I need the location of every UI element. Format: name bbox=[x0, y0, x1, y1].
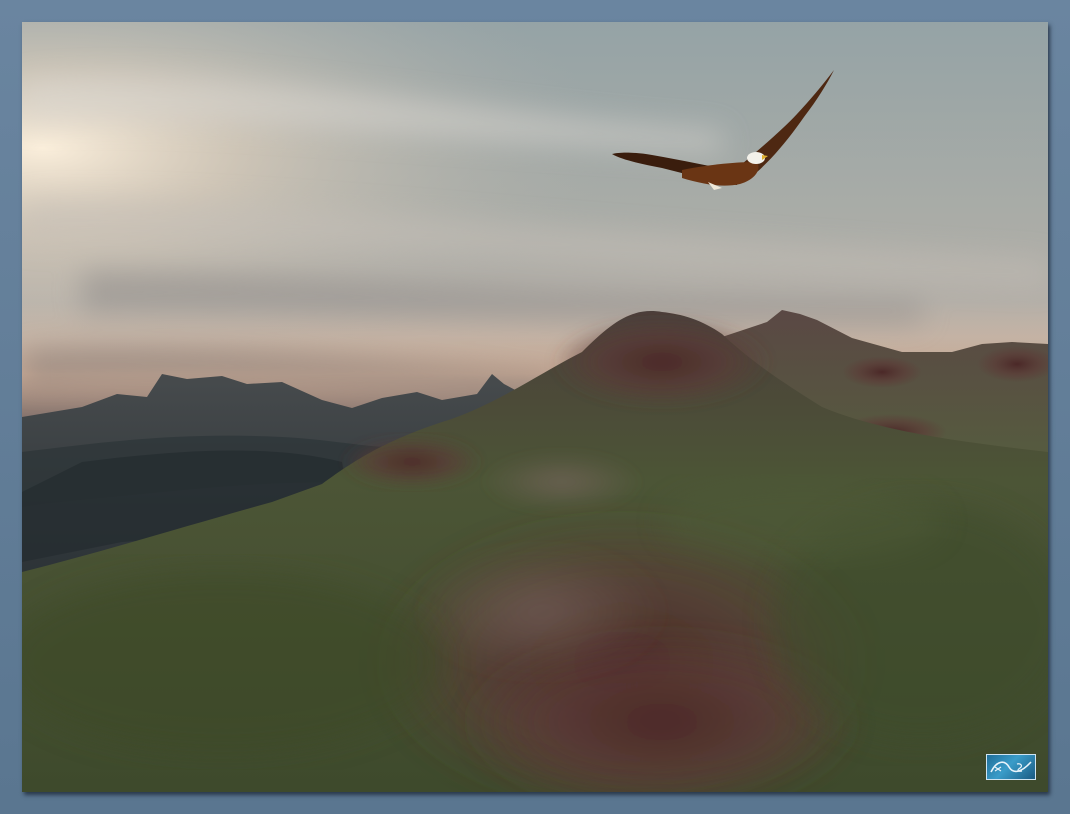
landscape-photo bbox=[22, 22, 1048, 792]
right-rust-patch bbox=[842, 356, 922, 388]
landscape-scene bbox=[22, 22, 1048, 792]
artist-signature-logo bbox=[986, 754, 1036, 780]
picture-frame bbox=[0, 0, 1070, 814]
